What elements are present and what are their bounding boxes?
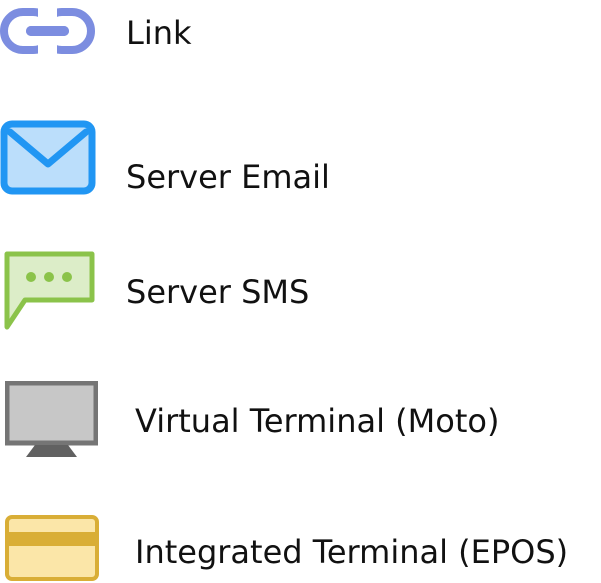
- card-icon: [5, 515, 99, 581]
- chat-bubble-icon: [3, 250, 96, 331]
- link-icon: [0, 8, 95, 54]
- monitor-icon: [5, 381, 98, 459]
- item-label: Server Email: [126, 158, 330, 196]
- item-label: Virtual Terminal (Moto): [135, 402, 500, 440]
- envelope-icon: [0, 120, 96, 195]
- item-label: Integrated Terminal (EPOS): [135, 533, 569, 571]
- item-label: Server SMS: [126, 273, 310, 311]
- list-item-server-sms: Server SMS: [0, 240, 601, 340]
- list-item-integrated-terminal: Integrated Terminal (EPOS): [0, 505, 601, 583]
- list-item-server-email: Server Email: [0, 110, 601, 200]
- list-item-link: Link: [0, 0, 601, 70]
- item-label: Link: [126, 14, 192, 52]
- list-item-virtual-terminal: Virtual Terminal (Moto): [0, 375, 601, 465]
